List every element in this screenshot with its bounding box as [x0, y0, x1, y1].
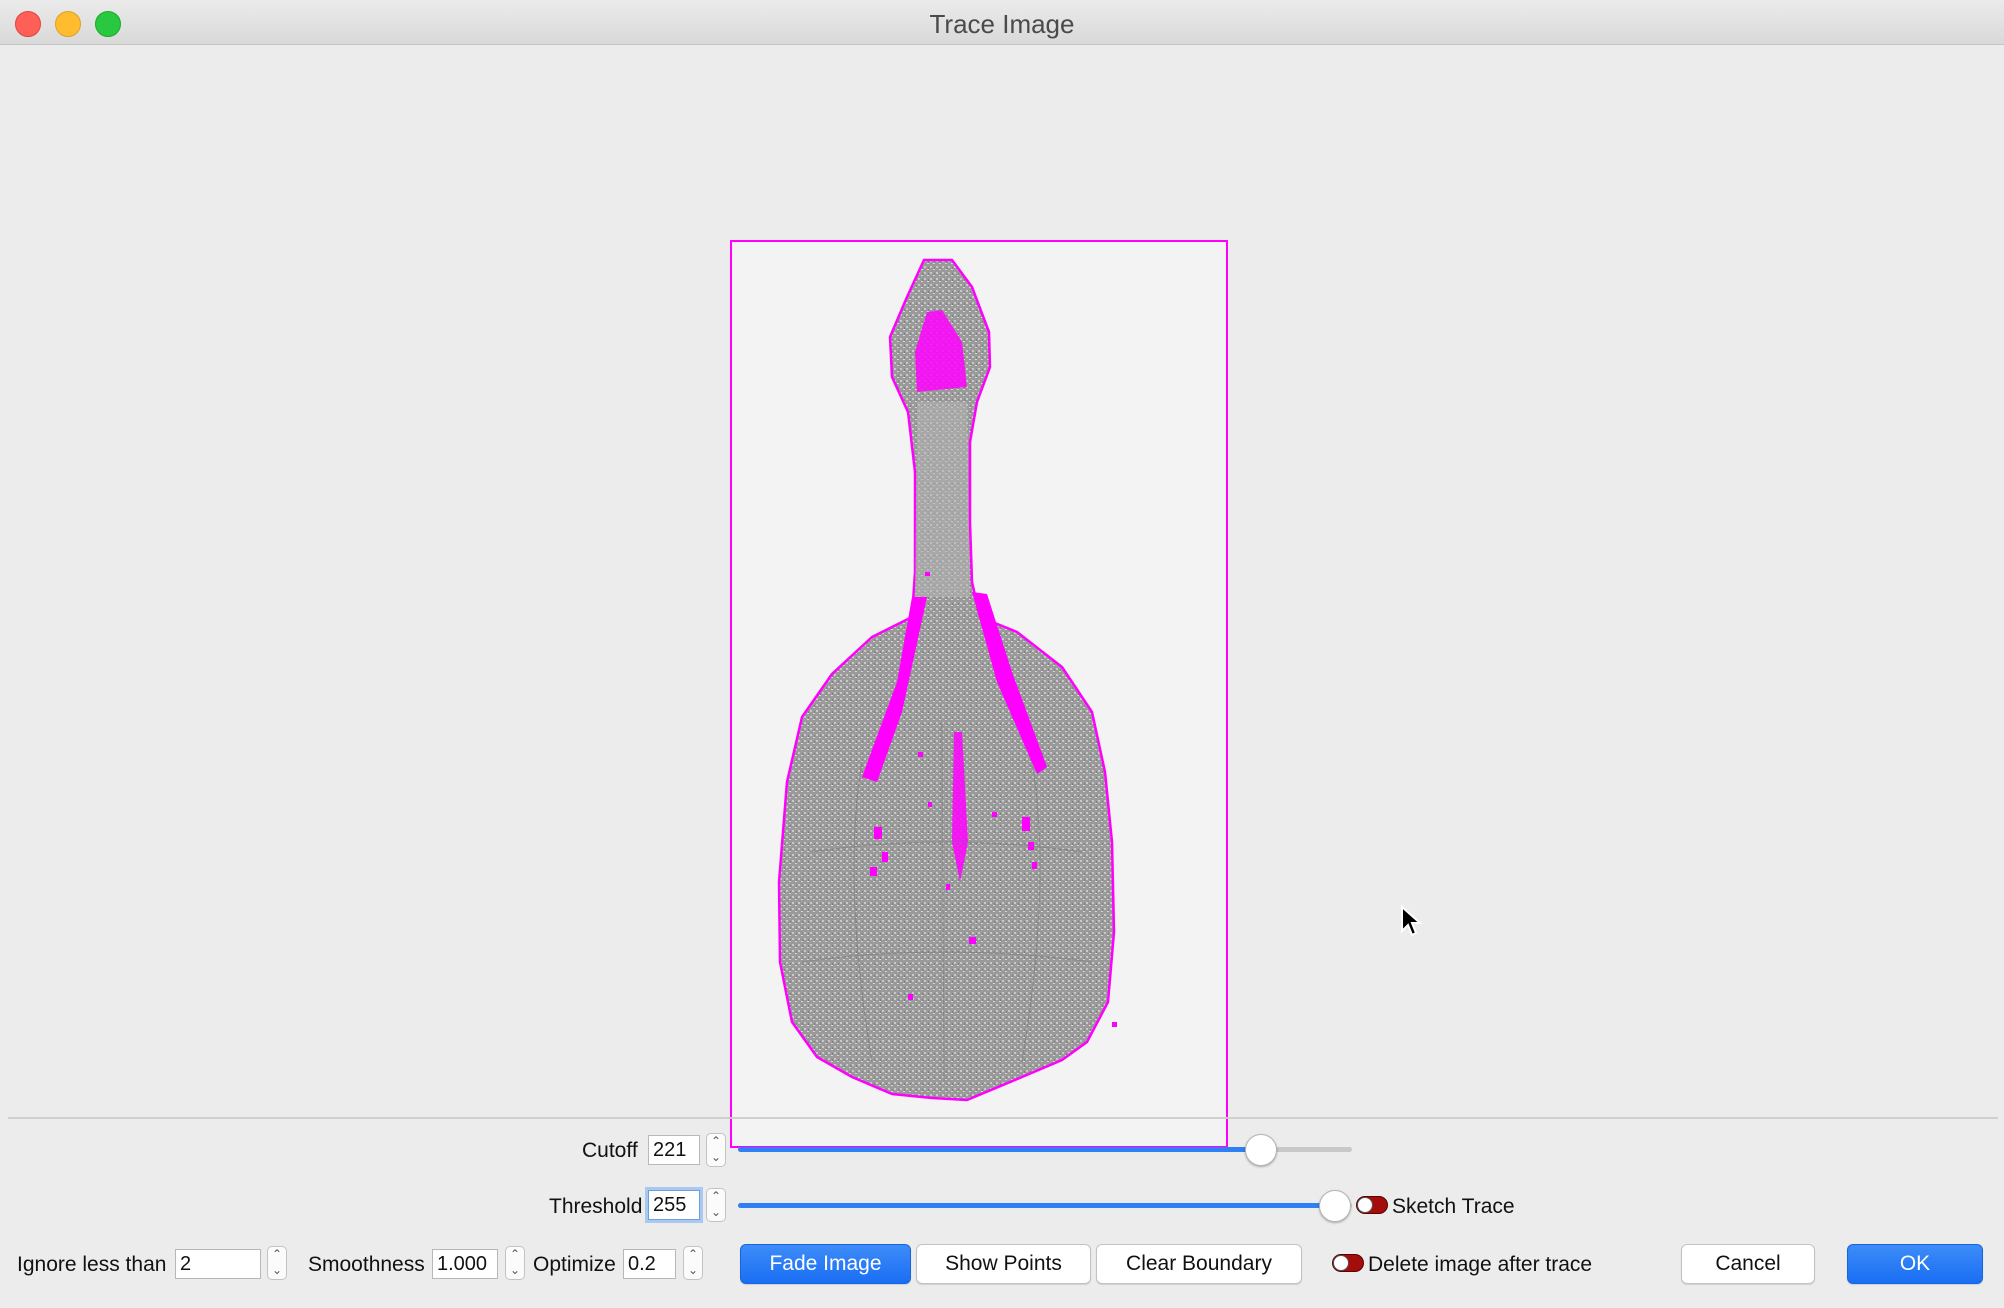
chevron-up-icon[interactable]: ⌃: [506, 1247, 524, 1263]
ignore-field[interactable]: 2: [175, 1249, 261, 1279]
window-title: Trace Image: [929, 9, 1075, 39]
chevron-down-icon[interactable]: ⌄: [506, 1263, 524, 1279]
cutoff-label: Cutoff: [582, 1139, 638, 1162]
cutoff-slider[interactable]: [738, 1134, 1352, 1166]
chevron-down-icon[interactable]: ⌄: [684, 1263, 702, 1279]
title-bar: Trace Image: [0, 0, 2004, 45]
image-canvas[interactable]: [0, 45, 2004, 1148]
cancel-button[interactable]: Cancel: [1681, 1244, 1815, 1284]
traced-specimen-image: [777, 258, 1117, 1102]
delete-after-trace-label: Delete image after trace: [1368, 1253, 1593, 1276]
sketch-trace-label: Sketch Trace: [1392, 1195, 1515, 1218]
optimize-field[interactable]: 0.2: [623, 1249, 676, 1279]
ignore-stepper[interactable]: ⌃ ⌄: [267, 1246, 287, 1280]
divider: [8, 1117, 1998, 1119]
delete-after-trace-toggle[interactable]: [1332, 1254, 1364, 1272]
traced-image-frame[interactable]: [730, 240, 1228, 1148]
smoothness-label: Smoothness: [308, 1253, 425, 1276]
clear-boundary-button[interactable]: Clear Boundary: [1096, 1244, 1302, 1284]
ignore-label: Ignore less than: [17, 1253, 167, 1276]
chevron-up-icon[interactable]: ⌃: [707, 1189, 725, 1205]
ok-button[interactable]: OK: [1847, 1244, 1983, 1284]
cutoff-field[interactable]: 221: [648, 1135, 700, 1165]
threshold-label: Threshold: [549, 1195, 643, 1218]
optimize-stepper[interactable]: ⌃ ⌄: [683, 1246, 703, 1280]
cutoff-slider-fill: [738, 1147, 1260, 1152]
chevron-down-icon[interactable]: ⌄: [707, 1150, 725, 1166]
threshold-stepper[interactable]: ⌃ ⌄: [706, 1188, 726, 1222]
smoothness-field[interactable]: 1.000: [432, 1249, 498, 1279]
threshold-slider-knob[interactable]: [1318, 1190, 1351, 1222]
threshold-slider[interactable]: [738, 1190, 1352, 1222]
show-points-button[interactable]: Show Points: [916, 1244, 1091, 1284]
chevron-down-icon[interactable]: ⌄: [707, 1205, 725, 1221]
sketch-trace-toggle[interactable]: [1356, 1196, 1388, 1214]
smoothness-stepper[interactable]: ⌃ ⌄: [505, 1246, 525, 1280]
cutoff-stepper[interactable]: ⌃ ⌄: [706, 1133, 726, 1167]
chevron-up-icon[interactable]: ⌃: [684, 1247, 702, 1263]
chevron-down-icon[interactable]: ⌄: [268, 1263, 286, 1279]
mouse-pointer-icon: [1401, 905, 1423, 937]
threshold-slider-fill: [738, 1203, 1334, 1208]
threshold-field[interactable]: 255: [648, 1190, 700, 1220]
chevron-up-icon[interactable]: ⌃: [707, 1134, 725, 1150]
chevron-up-icon[interactable]: ⌃: [268, 1247, 286, 1263]
optimize-label: Optimize: [533, 1253, 616, 1276]
cutoff-slider-knob[interactable]: [1244, 1134, 1277, 1166]
fade-image-button[interactable]: Fade Image: [740, 1244, 911, 1284]
